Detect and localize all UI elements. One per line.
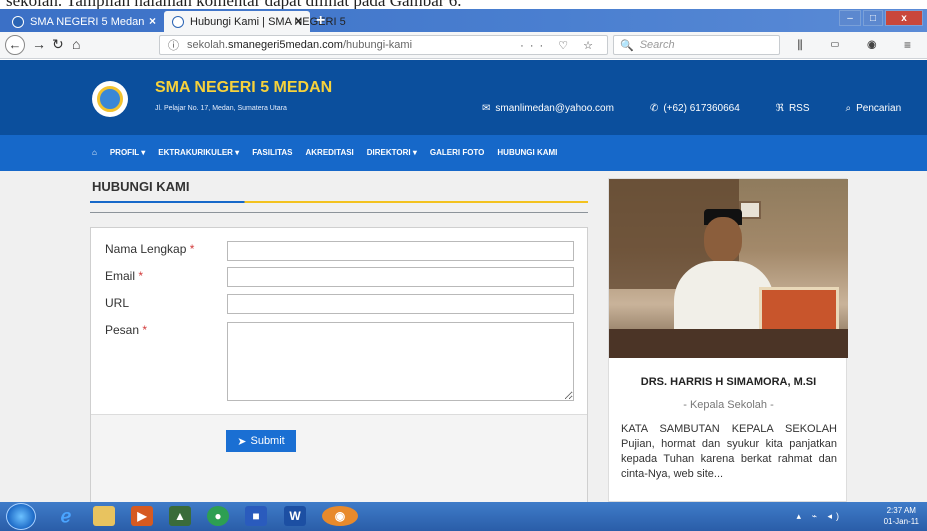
ie-taskbar-icon[interactable]: ℯ — [55, 506, 77, 526]
forward-button[interactable]: → — [32, 36, 46, 52]
header-contacts: ✉ smanlimedan@yahoo.com ✆ (+62) 617360664 … — [482, 103, 927, 114]
name-field[interactable] — [227, 241, 574, 261]
menu-direktori[interactable]: DIREKTORI ▾ — [367, 148, 417, 157]
page-actions-icons[interactable]: ··· ♡ ☆ — [520, 39, 599, 52]
menu-fasilitas[interactable]: FASILITAS — [252, 148, 292, 157]
contact-phone[interactable]: ✆ (+62) 617360664 — [650, 103, 758, 114]
main-area: HUBUNGI KAMI Nama Lengkap * Email * URL … — [0, 171, 927, 502]
url-label: URL — [105, 296, 130, 310]
address-bar[interactable]: ⓘ sekolah. smanegeri5medan.com/hubungi-ka… — [159, 35, 608, 55]
clock-date: 01-Jan-11 — [883, 517, 919, 526]
school-logo[interactable] — [92, 81, 128, 117]
taskbar-clock[interactable]: 2:37 AM 01-Jan-11 — [884, 505, 919, 527]
contact-email[interactable]: ✉ smanlimedan@yahoo.com — [482, 103, 632, 114]
close-tab-icon[interactable]: × — [295, 14, 302, 28]
url-path: /hubungi-kami — [342, 39, 413, 51]
video-taskbar-icon[interactable]: ■ — [245, 506, 267, 526]
minimize-button[interactable]: – — [839, 10, 861, 26]
system-tray[interactable]: ▴ ⌁ ◂) — [797, 511, 843, 522]
browser-tabbar: SMA NEGERI 5 Medan × Hubungi Kami | SMA … — [0, 9, 927, 32]
search-icon: ⌕ — [845, 103, 852, 114]
principal-welcome-text[interactable]: KATA SAMBUTAN KEPALA SEKOLAH Pujian, hor… — [621, 422, 837, 482]
mail-icon: ✉ — [482, 103, 491, 114]
home-icon[interactable]: ⌂ — [92, 148, 97, 157]
name-label: Nama Lengkap * — [105, 242, 195, 256]
principal-name: DRS. HARRIS H SIMAMORA, M.SI — [640, 376, 817, 388]
contact-content: HUBUNGI KAMI Nama Lengkap * Email * URL … — [90, 171, 588, 502]
menu-akreditasi[interactable]: AKREDITASI — [305, 148, 353, 157]
start-button[interactable] — [6, 503, 36, 530]
home-button[interactable]: ⌂ — [72, 36, 80, 52]
principal-role: - Kepala Sekolah - — [683, 399, 774, 411]
site-favicon-icon — [12, 15, 24, 28]
browser-navbar: ← → ↻ ⌂ ⓘ sekolah. smanegeri5medan.com/hu… — [0, 32, 927, 59]
menu-galeri-foto[interactable]: GALERI FOTO — [430, 148, 485, 157]
close-window-button[interactable]: x — [885, 10, 923, 26]
search-placeholder: Search — [639, 39, 675, 51]
main-menu: ⌂ PROFIL ▾ EKTRAKURIKULER ▾ FASILITAS AK… — [0, 135, 927, 171]
reload-button[interactable]: ↻ — [52, 36, 64, 53]
page-title: HUBUNGI KAMI — [92, 179, 190, 194]
explorer-taskbar-icon[interactable] — [93, 506, 115, 526]
new-tab-button[interactable]: + — [316, 12, 325, 30]
site-address: Jl. Pelajar No. 17, Medan, Sumatera Utar… — [155, 105, 287, 112]
form-footer: ➤ Submit — [91, 414, 587, 502]
email-label: Email * — [105, 269, 144, 283]
email-field[interactable] — [227, 267, 574, 287]
document-caption: sekolah. Tampilan halaman komentar dapat… — [6, 0, 461, 9]
principal-card: DRS. HARRIS H SIMAMORA, M.SI - Kepala Se… — [608, 178, 848, 502]
tab-hubungi-kami[interactable]: Hubungi Kami | SMA NEGERI 5 × — [164, 11, 346, 32]
toolbar-icons[interactable]: ⫼ ▭ ◉ ≡ — [797, 38, 923, 53]
close-tab-icon[interactable]: × — [149, 14, 156, 28]
search-icon: 🔍 — [620, 39, 634, 52]
back-button[interactable]: ← — [5, 35, 25, 55]
browser-search-input[interactable]: 🔍 Search — [613, 35, 780, 55]
phone-icon: ✆ — [649, 103, 659, 114]
site-favicon-icon — [172, 15, 184, 28]
site-name[interactable]: SMA NEGERI 5 MEDAN — [155, 79, 332, 97]
contact-form: Nama Lengkap * Email * URL Pesan * ➤ Sub… — [90, 227, 588, 502]
rss-link[interactable]: ℜ RSS — [776, 103, 828, 114]
chrome-taskbar-icon[interactable]: ● — [207, 506, 229, 526]
principal-photo — [609, 179, 848, 358]
clock-time: 2:37 AM — [886, 506, 916, 515]
tab-label: SMA NEGERI 5 Medan — [30, 15, 145, 28]
site-header: SMA NEGERI 5 MEDAN Jl. Pelajar No. 17, M… — [0, 60, 927, 135]
media-taskbar-icon[interactable]: ▶ — [131, 506, 153, 526]
divider — [90, 212, 588, 213]
message-field[interactable] — [227, 322, 574, 401]
firefox-taskbar-icon[interactable]: ◉ — [322, 506, 358, 526]
url-prefix: sekolah. — [187, 39, 228, 51]
windows-taskbar: ℯ ▶ ▲ ● ■ W ◉ ▴ ⌁ ◂) 2:37 AM 01-Jan-11 — [0, 502, 927, 531]
url-field[interactable] — [227, 294, 574, 314]
matlab-taskbar-icon[interactable]: ▲ — [169, 506, 191, 526]
title-underline — [90, 201, 588, 203]
send-icon: ➤ — [237, 435, 247, 448]
url-host: smanegeri5medan.com — [227, 39, 343, 51]
menu-hubungi-kami[interactable]: HUBUNGI KAMI — [497, 148, 557, 157]
search-link[interactable]: ⌕ Pencarian — [846, 103, 920, 114]
message-label: Pesan * — [105, 323, 148, 337]
word-taskbar-icon[interactable]: W — [284, 506, 306, 526]
menu-profil[interactable]: PROFIL ▾ — [110, 148, 145, 157]
info-icon[interactable]: ⓘ — [168, 37, 179, 53]
maximize-button[interactable]: □ — [863, 10, 883, 26]
tab-sma-negeri-5-medan[interactable]: SMA NEGERI 5 Medan × — [4, 11, 164, 32]
submit-button[interactable]: ➤ Submit — [226, 430, 296, 452]
rss-icon: ℜ — [775, 103, 784, 114]
document-caption-line: sekolah. Tampilan halaman komentar dapat… — [0, 0, 927, 9]
menu-ektrakurikuler[interactable]: EKTRAKURIKULER ▾ — [158, 148, 239, 157]
window-controls: – □ x — [839, 10, 923, 26]
